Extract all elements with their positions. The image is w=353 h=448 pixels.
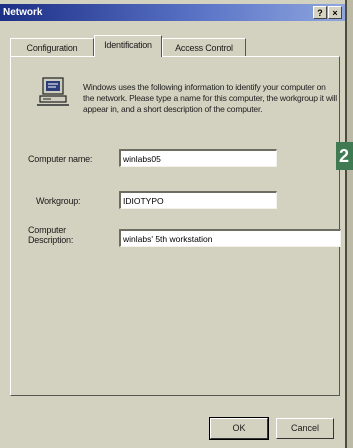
help-button[interactable]: ? xyxy=(313,6,327,19)
tab-identification[interactable]: Identification xyxy=(94,35,162,57)
step-badge: 2 xyxy=(336,142,353,170)
computer-description-label: Computer Description: xyxy=(28,225,73,245)
workgroup-input[interactable] xyxy=(119,191,277,209)
ok-button[interactable]: OK xyxy=(209,417,269,440)
computer-description-input[interactable] xyxy=(119,229,341,247)
tab-access-control[interactable]: Access Control xyxy=(162,38,246,56)
network-dialog: Network ? × Configuration Identification… xyxy=(0,0,347,448)
computer-name-input[interactable] xyxy=(119,149,277,167)
title-bar[interactable]: Network ? × xyxy=(0,4,345,21)
network-computer-icon xyxy=(37,77,69,106)
workgroup-label: Workgroup: xyxy=(36,196,81,206)
tab-configuration[interactable]: Configuration xyxy=(10,38,94,56)
close-button[interactable]: × xyxy=(328,6,342,19)
cancel-button[interactable]: Cancel xyxy=(276,418,334,439)
identification-panel: Windows uses the following information t… xyxy=(10,56,341,396)
computer-description-label-line2: Description: xyxy=(28,235,74,245)
window-title: Network xyxy=(3,7,43,18)
computer-name-label: Computer name: xyxy=(28,154,93,164)
identification-description: Windows uses the following information t… xyxy=(83,82,337,114)
computer-description-label-line1: Computer xyxy=(28,225,66,235)
